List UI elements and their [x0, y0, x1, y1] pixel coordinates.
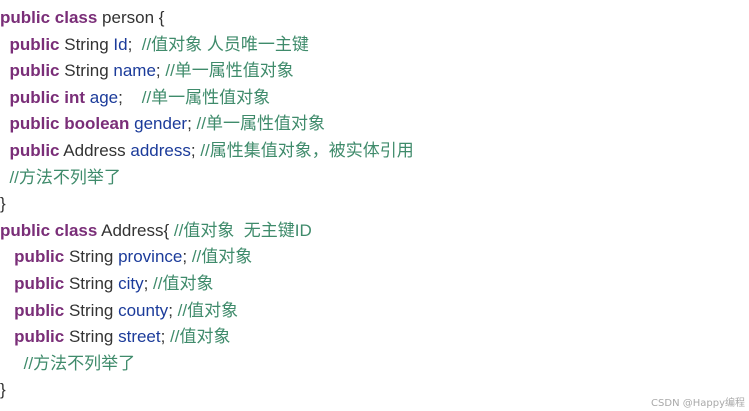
keyword: public [14, 327, 65, 347]
field-name: street [118, 327, 161, 347]
code-line: public Address address; //属性集值对象，被实体引用 [0, 138, 749, 165]
field-name: address [130, 140, 191, 160]
type-text: String [64, 247, 119, 267]
punctuation: ; [168, 300, 178, 320]
keyword: public [9, 34, 60, 54]
code-line: public String name; //单一属性值对象 [0, 58, 749, 85]
comment: //值对象 [153, 273, 214, 293]
keyword: public [14, 247, 65, 267]
type-text: String [59, 34, 114, 54]
keyword: public class [0, 220, 98, 240]
field-name: gender [134, 114, 188, 134]
keyword: public boolean [9, 114, 130, 134]
code-line: public String county; //值对象 [0, 298, 749, 325]
punctuation: ; [127, 34, 142, 54]
punctuation: ; [190, 140, 201, 160]
code-line: } [0, 377, 749, 404]
code-line: public class Address{ //值对象 无主键ID [0, 218, 749, 245]
type-text: } [0, 194, 6, 214]
keyword: public [14, 300, 65, 320]
field-name: Id [113, 34, 128, 54]
comment: //单一属性值对象 [196, 114, 325, 134]
comment: //值对象 [170, 327, 231, 347]
comment: //方法不列举了 [9, 167, 121, 187]
code-line: public boolean gender; //单一属性值对象 [0, 111, 749, 138]
type-text: String [59, 61, 114, 81]
comment: //单一属性值对象 [165, 61, 294, 81]
type-text: Address{ [97, 220, 174, 240]
punctuation: ; [187, 114, 197, 134]
code-line: public int age; //单一属性值对象 [0, 85, 749, 112]
comment: //属性集值对象，被实体引用 [200, 140, 414, 160]
punctuation: ; [182, 247, 192, 267]
punctuation: ; [155, 61, 166, 81]
code-line: public String province; //值对象 [0, 244, 749, 271]
field-name: county [118, 300, 169, 320]
comment: //单一属性值对象 [141, 87, 271, 107]
code-line: } [0, 191, 749, 218]
code-line: //方法不列举了 [0, 165, 749, 192]
type-text: } [0, 380, 6, 400]
keyword: public class [0, 8, 98, 27]
punctuation: ; [160, 327, 171, 347]
watermark: CSDN @Happy编程 [651, 398, 745, 409]
type-text: person { [97, 8, 165, 27]
code-block: public class person { public String Id; … [0, 5, 749, 404]
comment: //方法不列举了 [23, 353, 136, 373]
punctuation: ; [143, 273, 154, 293]
comment: //值对象 [177, 300, 239, 320]
field-name: name [113, 61, 156, 81]
type-text: String [64, 300, 119, 320]
field-name: province [118, 247, 183, 267]
field-name: age [89, 87, 119, 107]
type-text: Address [59, 140, 131, 160]
keyword: public [9, 61, 60, 81]
keyword: public [14, 273, 65, 293]
field-name: city [118, 273, 144, 293]
type-text: String [64, 273, 119, 293]
code-line: //方法不列举了 [0, 351, 749, 378]
comment: //值对象 [191, 247, 253, 267]
code-line: public class person { [0, 5, 749, 32]
code-line: public String street; //值对象 [0, 324, 749, 351]
code-line: public String Id; //值对象 人员唯一主键 [0, 32, 749, 59]
type-text: String [64, 327, 119, 347]
punctuation: ; [118, 87, 142, 107]
keyword: public [9, 140, 60, 160]
keyword: public int [9, 87, 85, 107]
comment: //值对象 无主键ID [173, 220, 312, 240]
comment: //值对象 人员唯一主键 [141, 34, 309, 54]
code-line: public String city; //值对象 [0, 271, 749, 298]
